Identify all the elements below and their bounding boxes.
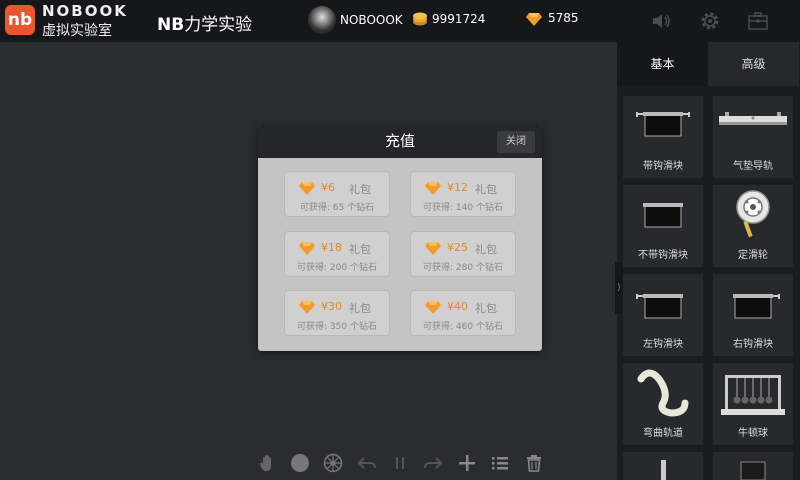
package-button[interactable]: ¥40 礼包 可获得: 460 个钻石 <box>410 290 516 336</box>
recharge-dialog: 充值 关闭 ¥6 礼包 可获得: 65 个钻石 ¥12 礼包 可获得: 140 … <box>258 125 542 351</box>
package-reward: 可获得: 200 个钻石 <box>297 263 377 273</box>
coin-balance: 9991724 <box>432 12 486 26</box>
component-card-plain-slider[interactable]: 不带钩滑块 <box>623 185 703 267</box>
diamond-icon <box>299 301 315 314</box>
diamond-icon <box>526 13 542 26</box>
curved-track-icon <box>637 369 689 417</box>
top-bar: nb NOBOOK 虚拟实验室 NB力学实验 NOBOOOK 9991724 5… <box>0 0 800 42</box>
package-button[interactable]: ¥25 礼包 可获得: 280 个钻石 <box>410 231 516 277</box>
right-hook-slider-icon <box>733 294 780 319</box>
pulley-icon <box>736 190 770 238</box>
tab-basic[interactable]: 基本 <box>617 42 708 86</box>
component-card-newtons-cradle[interactable]: 牛顿球 <box>713 363 793 445</box>
gear-icon[interactable] <box>698 9 722 33</box>
component-label: 定滑轮 <box>738 250 768 261</box>
package-button[interactable]: ¥18 礼包 可获得: 200 个钻石 <box>284 231 390 277</box>
hand-icon[interactable] <box>257 452 279 474</box>
package-reward: 可获得: 65 个钻石 <box>299 203 375 213</box>
component-card-air-track[interactable]: 气垫导轨 <box>713 96 793 178</box>
redo-icon[interactable] <box>422 452 444 474</box>
component-label: 左钩滑块 <box>643 339 683 350</box>
package-price: ¥40 <box>447 300 468 313</box>
sound-icon[interactable] <box>650 9 674 33</box>
tab-advanced[interactable]: 高级 <box>708 42 799 86</box>
package-button[interactable]: ¥6 礼包 可获得: 65 个钻石 <box>284 171 390 217</box>
package-reward: 可获得: 280 个钻石 <box>423 263 503 273</box>
diamond-icon <box>425 301 441 314</box>
component-label: 带钩滑块 <box>643 161 683 172</box>
package-button[interactable]: ¥12 礼包 可获得: 140 个钻石 <box>410 171 516 217</box>
diamond-icon <box>299 182 315 195</box>
diamond-balance: 5785 <box>548 11 579 25</box>
hooked-slider-icon <box>636 112 690 137</box>
component-card-left-hook-slider[interactable]: 左钩滑块 <box>623 274 703 356</box>
username[interactable]: NOBOOOK <box>340 13 403 27</box>
undo-icon[interactable] <box>356 452 378 474</box>
package-label: 礼包 <box>349 183 371 196</box>
app-title-bold: NB <box>157 15 185 35</box>
package-reward: 可获得: 350 个钻石 <box>297 322 377 332</box>
component-label: 牛顿球 <box>738 428 768 439</box>
diamond-icon <box>299 242 315 255</box>
component-sidebar: 基本 高级 带钩滑块 气垫导轨 不带钩滑块 定滑轮 左钩滑块 右钩滑块 弯曲轨道… <box>617 42 800 480</box>
package-price: ¥12 <box>447 181 468 194</box>
component-card-pulley[interactable]: 定滑轮 <box>713 185 793 267</box>
package-price: ¥30 <box>321 300 342 313</box>
package-button[interactable]: ¥30 礼包 可获得: 350 个钻石 <box>284 290 390 336</box>
avatar[interactable] <box>308 6 336 34</box>
package-label: 礼包 <box>475 183 497 196</box>
package-reward: 可获得: 460 个钻石 <box>423 322 503 332</box>
close-button[interactable]: 关闭 <box>497 131 535 153</box>
logo-text-en: NOBOOK <box>42 2 128 20</box>
add-icon[interactable] <box>456 452 478 474</box>
air-track-icon <box>719 112 787 125</box>
component-label: 弯曲轨道 <box>643 428 683 439</box>
list-icon[interactable] <box>489 452 511 474</box>
component-card-partial[interactable] <box>713 452 793 480</box>
trash-icon[interactable] <box>523 452 545 474</box>
newtons-cradle-icon <box>721 375 785 415</box>
sidebar-collapse-handle[interactable]: ⟩ <box>615 262 623 314</box>
logo: nb NOBOOK 虚拟实验室 <box>0 0 140 42</box>
toolbox-icon[interactable] <box>746 9 770 33</box>
package-label: 礼包 <box>475 243 497 256</box>
component-label: 右钩滑块 <box>733 339 773 350</box>
coin-icon <box>413 12 427 26</box>
plain-slider-icon <box>643 203 683 228</box>
component-label: 不带钩滑块 <box>638 250 688 261</box>
app-title: NB力学实验 <box>157 10 252 35</box>
app-title-rest: 力学实验 <box>184 15 253 35</box>
package-price: ¥18 <box>321 241 342 254</box>
package-price: ¥6 <box>321 181 335 194</box>
component-card-partial[interactable] <box>623 452 703 480</box>
package-price: ¥25 <box>447 241 468 254</box>
logo-mark: nb <box>5 5 35 35</box>
component-card-right-hook-slider[interactable]: 右钩滑块 <box>713 274 793 356</box>
package-label: 礼包 <box>349 302 371 315</box>
beaker-icon <box>740 461 766 480</box>
rod-icon <box>661 460 666 480</box>
package-reward: 可获得: 140 个钻石 <box>423 203 503 213</box>
component-card-curved-track[interactable]: 弯曲轨道 <box>623 363 703 445</box>
package-label: 礼包 <box>475 302 497 315</box>
diamond-icon <box>425 182 441 195</box>
settings-wheel-icon[interactable] <box>322 452 344 474</box>
diamond-icon <box>425 242 441 255</box>
pause-icon[interactable] <box>389 452 411 474</box>
package-label: 礼包 <box>349 243 371 256</box>
logo-text-cn: 虚拟实验室 <box>42 23 112 39</box>
dialog-header: 充值 关闭 <box>258 125 542 158</box>
left-hook-slider-icon <box>636 294 683 319</box>
component-card-hooked-slider[interactable]: 带钩滑块 <box>623 96 703 178</box>
component-label: 气垫导轨 <box>733 161 773 172</box>
record-icon[interactable] <box>289 452 311 474</box>
